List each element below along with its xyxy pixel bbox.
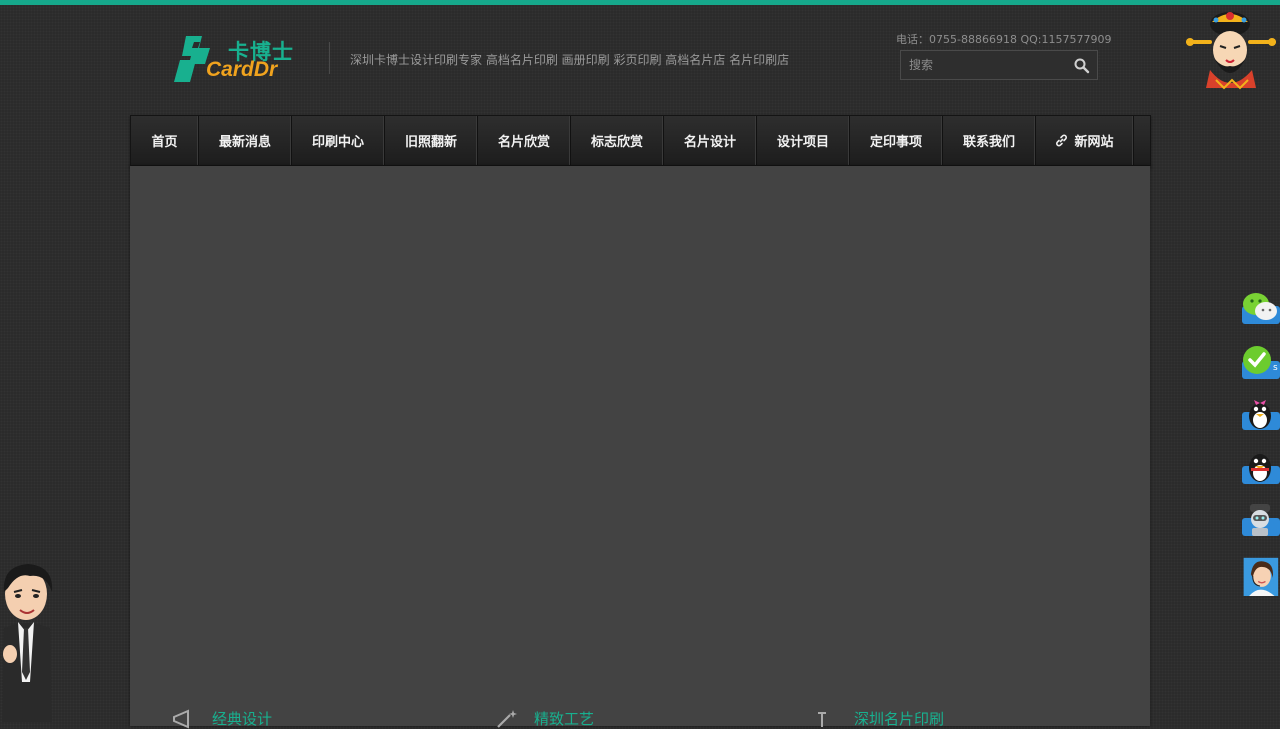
qq-penguin-bow-icon[interactable] xyxy=(1240,394,1280,434)
top-accent-strip xyxy=(0,0,1280,5)
svg-text:s: s xyxy=(1273,363,1278,373)
nav-item-order-notes[interactable]: 定印事项 xyxy=(850,116,943,165)
nav-item-label: 名片欣赏 xyxy=(497,135,550,150)
nav-item-card-design[interactable]: 名片设计 xyxy=(664,116,757,165)
search-icon xyxy=(1074,58,1090,74)
god-of-wealth-mascot[interactable] xyxy=(1186,8,1276,92)
search-input[interactable] xyxy=(909,57,1059,73)
nav-item-latest-news[interactable]: 最新消息 xyxy=(199,116,292,165)
nav-item-label: 标志欣赏 xyxy=(590,135,643,150)
link-icon xyxy=(1055,134,1068,147)
main-navigation: 首页 最新消息 印刷中心 旧照翻新 名片欣赏 标志欣赏 名片设计 设计项目 定印… xyxy=(130,115,1151,166)
nav-item-new-website[interactable]: 新网站 xyxy=(1036,116,1134,165)
feature-label: 深圳名片印刷 xyxy=(854,710,945,728)
feature-classic-design[interactable]: 经典设计 xyxy=(172,708,272,729)
megaphone-icon xyxy=(173,708,189,729)
nav-item-logo-gallery[interactable]: 标志欣赏 xyxy=(571,116,664,165)
nav-item-label: 设计项目 xyxy=(776,135,829,150)
nav-item-label: 首页 xyxy=(151,135,178,150)
nav-item-label: 名片设计 xyxy=(683,135,736,150)
banner-slideshow xyxy=(130,166,1150,726)
logo-divider xyxy=(329,42,330,74)
nav-item-home[interactable]: 首页 xyxy=(131,116,199,165)
nav-item-label: 旧照翻新 xyxy=(404,135,457,150)
nav-item-label: 最新消息 xyxy=(218,135,271,150)
nav-item-label: 新网站 xyxy=(1074,135,1114,150)
carddr-logo[interactable]: 卡博士 CardDr xyxy=(172,34,300,86)
customer-service-icon[interactable] xyxy=(1240,556,1280,596)
nav-item-label: 联系我们 xyxy=(962,135,1015,150)
nav-item-card-gallery[interactable]: 名片欣赏 xyxy=(478,116,571,165)
nav-item-photo-restoration[interactable]: 旧照翻新 xyxy=(385,116,478,165)
feature-fine-craft[interactable]: 精致工艺 xyxy=(494,708,594,729)
logo-english-text: CardDr xyxy=(206,58,278,81)
robot-support-icon[interactable] xyxy=(1240,500,1280,540)
nav-item-contact-us[interactable]: 联系我们 xyxy=(943,116,1036,165)
site-tagline: 深圳卡博士设计印刷专家 高档名片印刷 画册印刷 彩页印刷 高档名片店 名片印刷店 xyxy=(350,53,790,67)
cartoon-businessman-mascot[interactable] xyxy=(0,562,58,722)
pin-icon xyxy=(818,711,826,727)
checkmark-badge-icon[interactable]: s xyxy=(1240,343,1280,383)
feature-label: 经典设计 xyxy=(212,710,273,728)
search-button[interactable] xyxy=(1073,57,1091,75)
qq-penguin-icon[interactable] xyxy=(1240,448,1280,488)
search-box xyxy=(900,50,1098,80)
nav-item-label: 定印事项 xyxy=(869,135,922,150)
feature-shenzhen-card-printing[interactable]: 深圳名片印刷 xyxy=(814,708,944,729)
wechat-icon[interactable] xyxy=(1240,288,1280,328)
nav-item-label: 印刷中心 xyxy=(311,135,364,150)
contact-info: 电话：0755-88866918 QQ:1157577909 xyxy=(896,33,1112,46)
magic-wand-icon xyxy=(497,709,517,728)
nav-item-design-projects[interactable]: 设计项目 xyxy=(757,116,850,165)
nav-item-printing-center[interactable]: 印刷中心 xyxy=(292,116,385,165)
feature-label: 精致工艺 xyxy=(534,710,595,728)
